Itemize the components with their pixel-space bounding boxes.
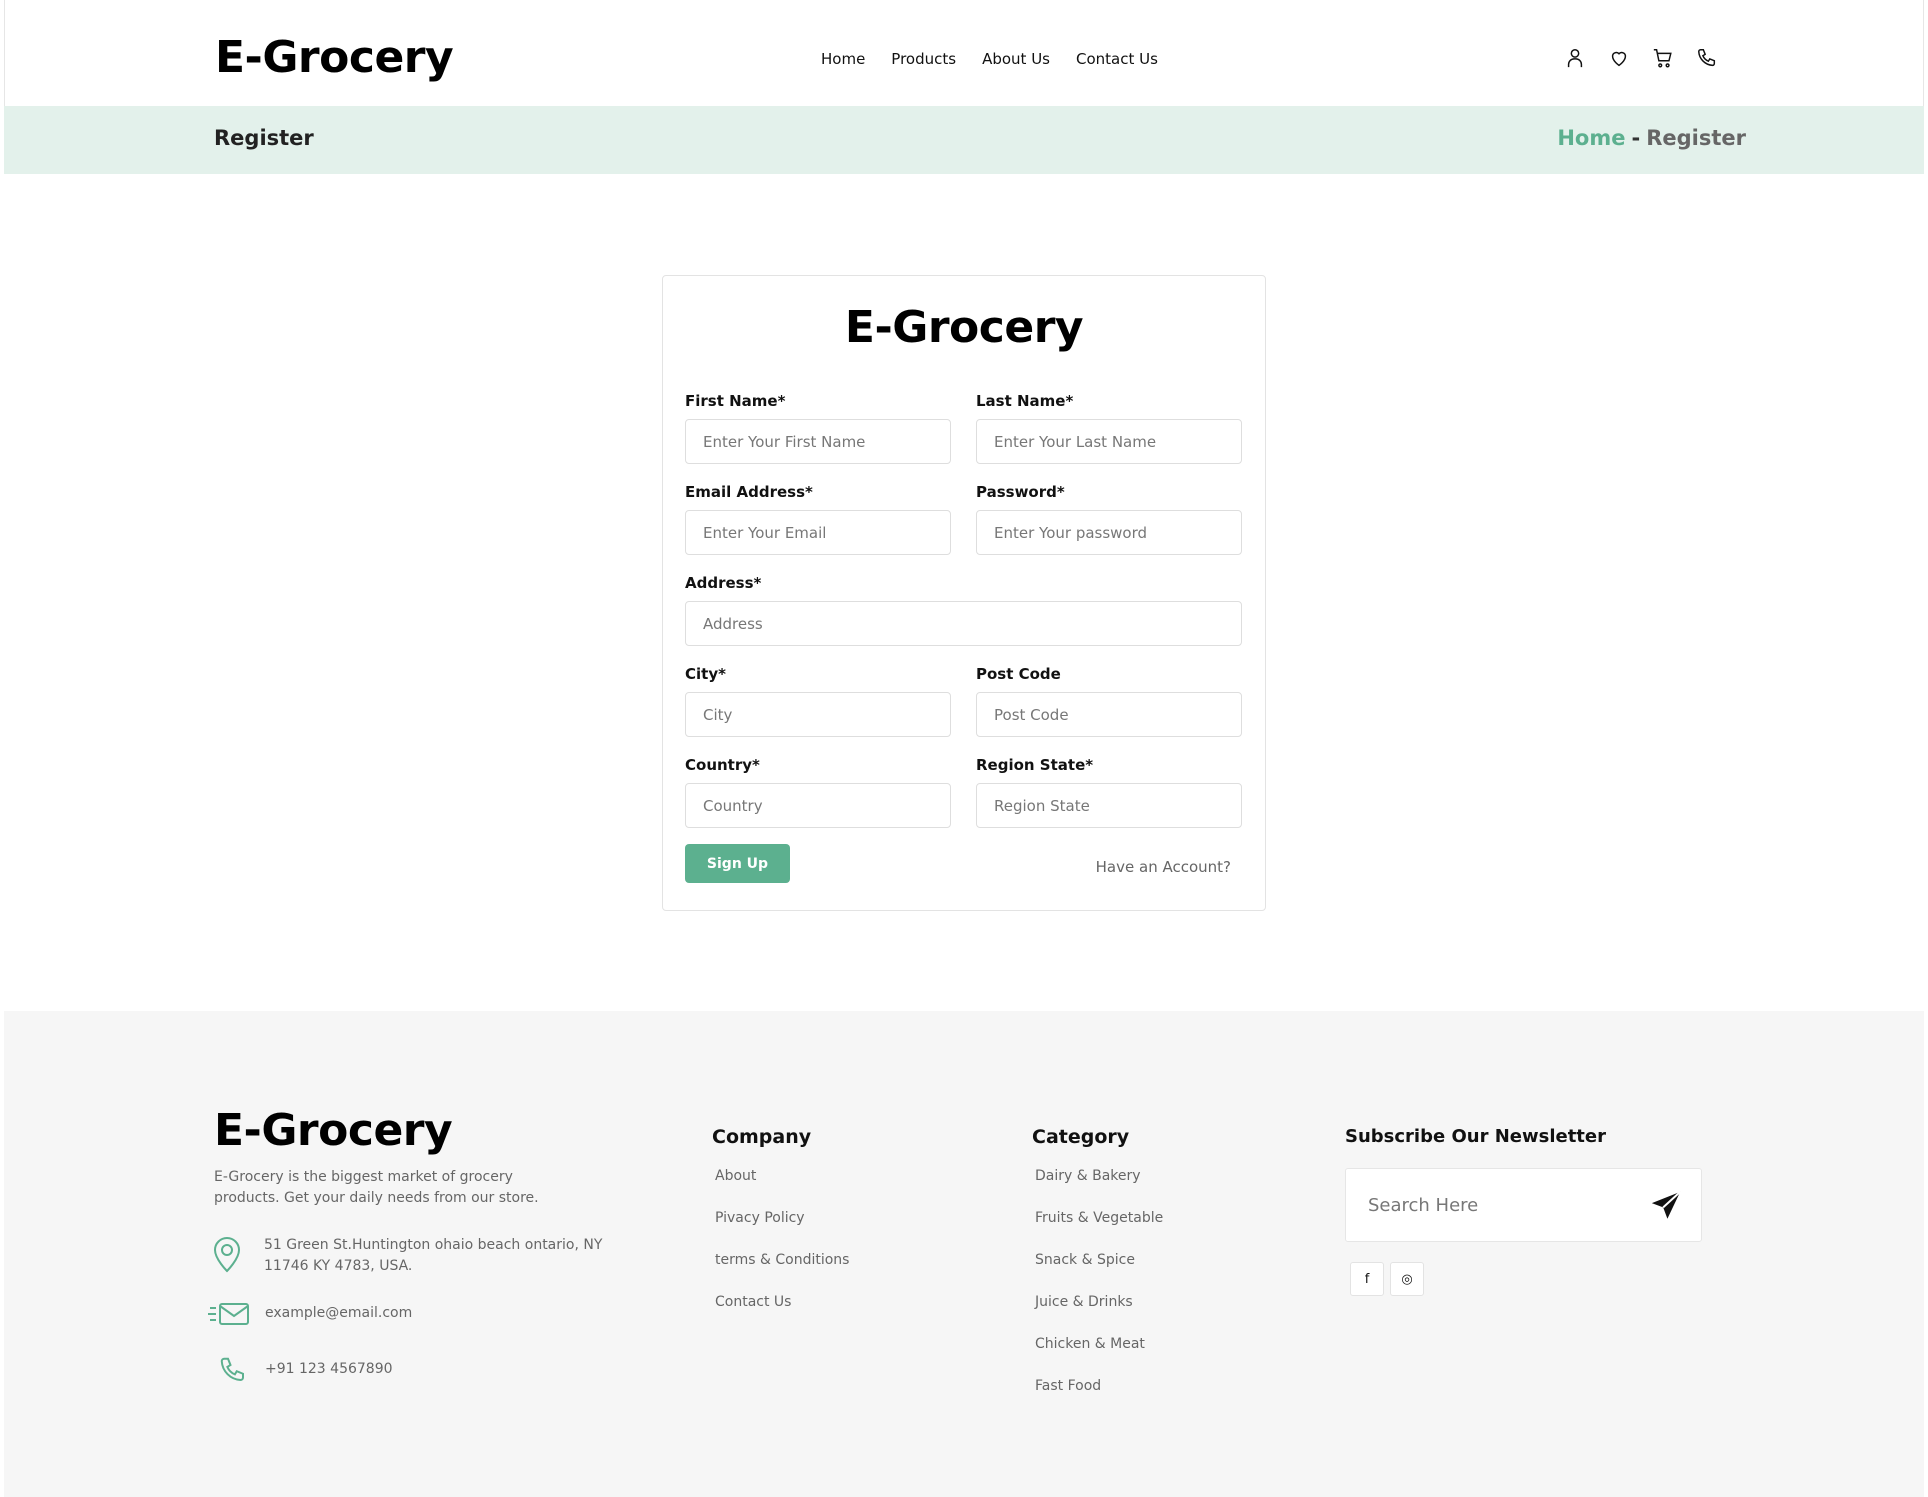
- breadcrumb: Home - Register: [1557, 126, 1746, 150]
- site-header: E-Grocery Home Products About Us Contact…: [4, 0, 1924, 106]
- category-link-juice-drinks[interactable]: Juice & Drinks: [1035, 1294, 1163, 1336]
- category-links: Dairy & Bakery Fruits & Vegetable Snack …: [1035, 1168, 1163, 1420]
- phone-icon: [218, 1355, 248, 1389]
- newsletter-title: Subscribe Our Newsletter: [1345, 1126, 1606, 1147]
- password-field[interactable]: [976, 510, 1242, 555]
- last-name-field[interactable]: [976, 419, 1242, 464]
- post-code-field[interactable]: [976, 692, 1242, 737]
- facebook-icon[interactable]: f: [1350, 1262, 1384, 1296]
- last-name-label: Last Name*: [976, 392, 1074, 410]
- footer-email[interactable]: example@email.com: [265, 1303, 412, 1324]
- first-name-label: First Name*: [685, 392, 786, 410]
- brand-logo[interactable]: E-Grocery: [215, 32, 454, 83]
- page-title: Register: [214, 126, 314, 150]
- send-icon[interactable]: [1649, 1189, 1683, 1223]
- region-state-label: Region State*: [976, 756, 1094, 774]
- region-state-field[interactable]: [976, 783, 1242, 828]
- have-account-link[interactable]: Have an Account?: [1096, 858, 1231, 876]
- footer-address: 51 Green St.Huntington ohaio beach ontar…: [264, 1237, 603, 1274]
- post-code-label: Post Code: [976, 665, 1061, 683]
- breadcrumb-home-link[interactable]: Home: [1557, 126, 1625, 150]
- company-links: About Pivacy Policy terms & Conditions C…: [715, 1168, 849, 1336]
- email-field[interactable]: [685, 510, 951, 555]
- cart-icon[interactable]: [1651, 46, 1675, 70]
- city-field[interactable]: [685, 692, 951, 737]
- footer-phone[interactable]: +91 123 4567890: [265, 1359, 393, 1380]
- company-title: Company: [712, 1126, 812, 1148]
- category-link-dairy-bakery[interactable]: Dairy & Bakery: [1035, 1168, 1163, 1210]
- company-link-about[interactable]: About: [715, 1168, 849, 1210]
- newsletter-input[interactable]: [1368, 1187, 1638, 1223]
- email-icon: [208, 1301, 252, 1331]
- country-field[interactable]: [685, 783, 951, 828]
- company-link-privacy-policy[interactable]: Pivacy Policy: [715, 1210, 849, 1252]
- footer-description: E-Grocery is the biggest market of groce…: [214, 1169, 539, 1206]
- main-nav: Home Products About Us Contact Us: [821, 50, 1184, 68]
- category-link-fruits-vegetable[interactable]: Fruits & Vegetable: [1035, 1210, 1163, 1252]
- company-link-terms[interactable]: terms & Conditions: [715, 1252, 849, 1294]
- user-icon[interactable]: [1563, 46, 1587, 70]
- breadcrumb-separator: -: [1631, 126, 1641, 150]
- card-logo: E-Grocery: [844, 302, 1084, 353]
- register-card: E-Grocery First Name* Last Name* Email A…: [662, 275, 1266, 911]
- address-label: Address*: [685, 574, 762, 592]
- nav-home[interactable]: Home: [821, 50, 865, 68]
- category-link-fast-food[interactable]: Fast Food: [1035, 1378, 1163, 1420]
- country-label: Country*: [685, 756, 760, 774]
- nav-products[interactable]: Products: [891, 50, 956, 68]
- footer-logo[interactable]: E-Grocery: [214, 1105, 453, 1156]
- category-title: Category: [1032, 1126, 1130, 1148]
- breadcrumb-current: Register: [1646, 126, 1746, 150]
- first-name-field[interactable]: [685, 419, 951, 464]
- city-label: City*: [685, 665, 726, 683]
- email-label: Email Address*: [685, 483, 813, 501]
- heart-icon[interactable]: [1607, 46, 1631, 70]
- category-link-snack-spice[interactable]: Snack & Spice: [1035, 1252, 1163, 1294]
- phone-icon[interactable]: [1695, 46, 1719, 70]
- category-link-chicken-meat[interactable]: Chicken & Meat: [1035, 1336, 1163, 1378]
- nav-about-us[interactable]: About Us: [982, 50, 1050, 68]
- company-link-contact-us[interactable]: Contact Us: [715, 1294, 849, 1336]
- nav-contact-us[interactable]: Contact Us: [1076, 50, 1158, 68]
- site-footer: E-Grocery E-Grocery is the biggest marke…: [4, 1011, 1924, 1497]
- sign-up-button[interactable]: Sign Up: [685, 844, 790, 883]
- address-field[interactable]: [685, 601, 1242, 646]
- password-label: Password*: [976, 483, 1065, 501]
- instagram-icon[interactable]: ◎: [1390, 1262, 1424, 1296]
- newsletter-box: [1345, 1168, 1702, 1242]
- location-icon: [212, 1235, 242, 1277]
- breadcrumb-bar: Register Home - Register: [4, 106, 1924, 174]
- header-icons: [1563, 46, 1719, 70]
